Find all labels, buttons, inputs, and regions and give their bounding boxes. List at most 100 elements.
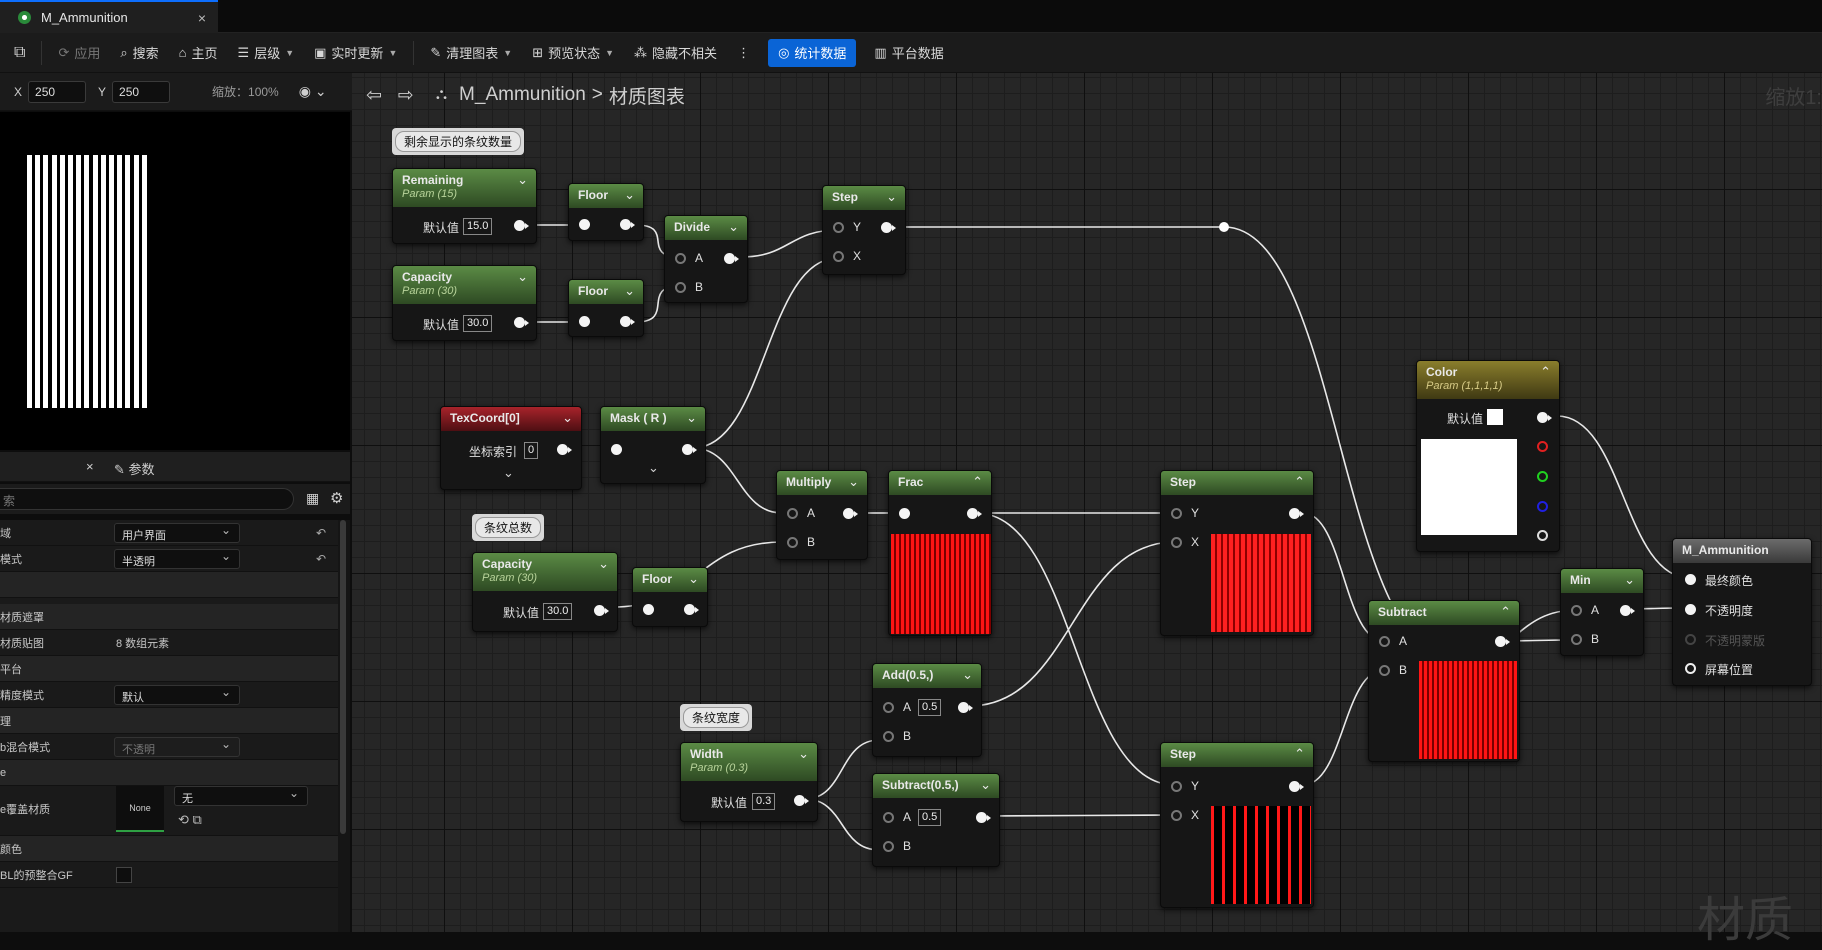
node-multiply[interactable]: Multiply ⌄ A B bbox=[776, 470, 868, 560]
default-value-field[interactable]: 15.0 bbox=[463, 218, 493, 235]
input-pin[interactable] bbox=[899, 508, 910, 519]
output-pin[interactable] bbox=[724, 253, 739, 264]
chevron-down-icon[interactable]: ⌄ bbox=[598, 556, 609, 572]
input-pin-a[interactable] bbox=[1379, 636, 1390, 647]
output-pin-g[interactable] bbox=[1537, 471, 1548, 482]
node-floor-3[interactable]: Floor ⌄ bbox=[632, 567, 708, 627]
comment-width[interactable]: 条纹宽度 bbox=[680, 704, 753, 731]
input-pin-y[interactable] bbox=[1171, 508, 1182, 519]
input-pin-a[interactable] bbox=[883, 812, 894, 823]
reroute-knot[interactable] bbox=[1219, 222, 1229, 232]
input-pin-b[interactable] bbox=[1379, 665, 1390, 676]
node-floor-1[interactable]: Floor ⌄ bbox=[568, 183, 644, 241]
input-pin-a[interactable] bbox=[1571, 605, 1582, 616]
output-pin[interactable] bbox=[1495, 636, 1510, 647]
output-pin-b[interactable] bbox=[1537, 501, 1548, 512]
output-pin[interactable] bbox=[557, 444, 572, 455]
output-pin[interactable] bbox=[976, 812, 991, 823]
input-pin-x[interactable] bbox=[833, 251, 844, 262]
breadcrumb-graph[interactable]: 材质图表 bbox=[609, 82, 685, 109]
chevron-down-icon[interactable]: ⌄ bbox=[962, 667, 973, 683]
output-pin[interactable] bbox=[620, 219, 635, 230]
input-pin-x[interactable] bbox=[1171, 810, 1182, 821]
node-floor-2[interactable]: Floor ⌄ bbox=[568, 279, 644, 337]
comment-total[interactable]: 条纹总数 bbox=[472, 514, 545, 541]
collapse-chevron-icon[interactable]: ⌃ bbox=[1500, 604, 1511, 620]
input-pin-screen-position[interactable] bbox=[1685, 663, 1696, 674]
input-pin-y[interactable] bbox=[833, 222, 844, 233]
input-pin[interactable] bbox=[579, 316, 590, 327]
chevron-down-icon[interactable]: ⌄ bbox=[517, 172, 528, 188]
node-width[interactable]: Width Param (0.3) ⌄ 默认值 0.3 bbox=[680, 742, 818, 822]
input-pin-b[interactable] bbox=[883, 731, 894, 742]
coordinate-index-field[interactable]: 0 bbox=[524, 442, 539, 459]
input-pin-a[interactable] bbox=[787, 508, 798, 519]
collapse-chevron-icon[interactable]: ⌃ bbox=[1294, 746, 1305, 762]
chevron-down-icon[interactable]: ⌄ bbox=[688, 571, 699, 587]
input-pin[interactable] bbox=[579, 219, 590, 230]
back-arrow-icon[interactable]: ⇦ bbox=[366, 84, 382, 107]
input-pin-b[interactable] bbox=[787, 537, 798, 548]
default-value-field[interactable]: 30.0 bbox=[463, 315, 493, 332]
collapse-chevron-icon[interactable]: ⌃ bbox=[1540, 364, 1551, 380]
chevron-down-icon[interactable]: ⌄ bbox=[798, 746, 809, 762]
output-pin-a[interactable] bbox=[1537, 530, 1548, 541]
chevron-down-icon[interactable]: ⌄ bbox=[624, 283, 635, 299]
output-pin[interactable] bbox=[958, 702, 973, 713]
node-step-3[interactable]: Step ⌃ Y X bbox=[1160, 742, 1314, 908]
output-pin[interactable] bbox=[843, 508, 858, 519]
chevron-down-icon[interactable]: ⌄ bbox=[1624, 572, 1635, 588]
node-step-2[interactable]: Step ⌃ Y X bbox=[1160, 470, 1314, 636]
node-output-m-ammunition[interactable]: M_Ammunition 最终颜色 不透明度 不透明蒙版 屏幕位置 bbox=[1672, 538, 1812, 686]
node-capacity-1[interactable]: Capacity Param (30) ⌄ 默认值 30.0 bbox=[392, 265, 537, 341]
subtract-a-value-field[interactable]: 0.5 bbox=[918, 809, 942, 826]
node-subtract[interactable]: Subtract ⌃ A B bbox=[1368, 600, 1520, 762]
input-pin-a[interactable] bbox=[675, 253, 686, 264]
input-pin-b[interactable] bbox=[883, 841, 894, 852]
input-pin-opacity[interactable] bbox=[1685, 604, 1696, 615]
expand-chevron-icon[interactable]: ⌄ bbox=[503, 465, 514, 481]
input-pin[interactable] bbox=[643, 604, 654, 615]
chevron-down-icon[interactable]: ⌄ bbox=[686, 410, 697, 426]
input-pin[interactable] bbox=[611, 444, 622, 455]
input-pin-opacity-mask[interactable] bbox=[1685, 634, 1696, 645]
collapse-chevron-icon[interactable]: ⌃ bbox=[972, 474, 983, 490]
output-pin[interactable] bbox=[1620, 605, 1635, 616]
node-mask-r[interactable]: Mask ( R ) ⌄ ⌄ bbox=[600, 406, 706, 484]
output-pin[interactable] bbox=[684, 604, 699, 615]
breadcrumb-asset[interactable]: M_Ammunition bbox=[459, 84, 586, 106]
node-texcoord[interactable]: TexCoord[0] ⌄ 坐标索引 0 ⌄ bbox=[440, 406, 582, 490]
node-divide[interactable]: Divide ⌄ A B bbox=[664, 215, 748, 303]
output-pin[interactable] bbox=[967, 508, 982, 519]
node-color[interactable]: Color Param (1,1,1,1) ⌃ 默认值 bbox=[1416, 360, 1560, 552]
output-pin[interactable] bbox=[1289, 781, 1304, 792]
output-pin[interactable] bbox=[682, 444, 697, 455]
chevron-down-icon[interactable]: ⌄ bbox=[848, 474, 859, 490]
input-pin-b[interactable] bbox=[675, 282, 686, 293]
output-pin[interactable] bbox=[881, 222, 896, 233]
output-pin[interactable] bbox=[514, 317, 529, 328]
chevron-down-icon[interactable]: ⌄ bbox=[624, 187, 635, 203]
node-remaining[interactable]: Remaining Param (15) ⌄ 默认值 15.0 bbox=[392, 168, 537, 244]
comment-remaining[interactable]: 剩余显示的条纹数量 bbox=[392, 128, 525, 155]
chevron-down-icon[interactable]: ⌄ bbox=[562, 410, 573, 426]
output-pin-r[interactable] bbox=[1537, 441, 1548, 452]
chevron-down-icon[interactable]: ⌄ bbox=[728, 219, 739, 235]
chevron-down-icon[interactable]: ⌄ bbox=[517, 269, 528, 285]
node-subtract-05[interactable]: Subtract(0.5,) ⌄ A 0.5 B bbox=[872, 773, 1000, 867]
input-pin-b[interactable] bbox=[1571, 634, 1582, 645]
default-value-field[interactable]: 30.0 bbox=[543, 603, 573, 620]
output-pin[interactable] bbox=[794, 795, 809, 806]
expand-chevron-icon[interactable]: ⌄ bbox=[648, 460, 659, 476]
node-min[interactable]: Min ⌄ A B bbox=[1560, 568, 1644, 656]
output-pin[interactable] bbox=[1289, 508, 1304, 519]
node-capacity-2[interactable]: Capacity Param (30) ⌄ 默认值 30.0 bbox=[472, 552, 618, 632]
chevron-down-icon[interactable]: ⌄ bbox=[886, 189, 897, 205]
node-step-1[interactable]: Step ⌄ Y X bbox=[822, 185, 906, 275]
input-pin-y[interactable] bbox=[1171, 781, 1182, 792]
output-pin[interactable] bbox=[594, 605, 609, 616]
forward-arrow-icon[interactable]: ⇨ bbox=[398, 84, 414, 107]
output-pin[interactable] bbox=[620, 316, 635, 327]
input-pin-x[interactable] bbox=[1171, 537, 1182, 548]
output-pin[interactable] bbox=[514, 220, 529, 231]
